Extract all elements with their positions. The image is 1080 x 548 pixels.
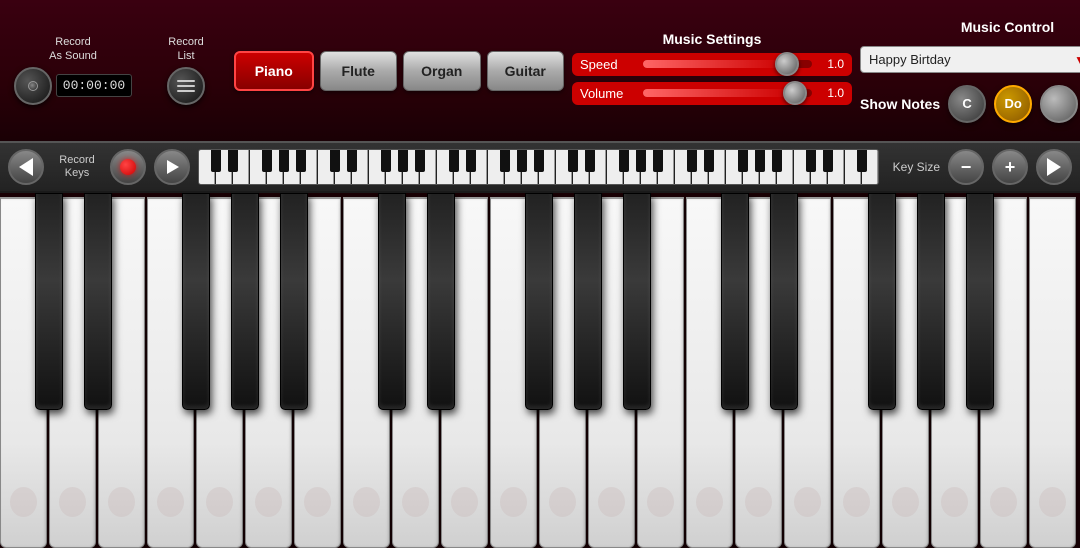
key-size-increase-button[interactable]: +: [992, 149, 1028, 185]
key-size-label: Key Size: [893, 160, 940, 174]
piano-keyboard: [0, 193, 1080, 548]
black-key-8[interactable]: [574, 193, 602, 410]
music-control-section: Music Control Happy Birtday ▼ Show Notes…: [860, 19, 1080, 123]
record-as-sound-controls: 00:00:00: [14, 67, 132, 105]
play-keys-button[interactable]: [154, 149, 190, 185]
middle-bar: Record Keys Key Size − +: [0, 143, 1080, 193]
record-dot-icon: [120, 159, 136, 175]
speed-slider-fill: [643, 60, 787, 68]
list-line-1: [177, 80, 195, 82]
note-c-button[interactable]: C: [948, 85, 986, 123]
scroll-right-icon: [1047, 158, 1061, 176]
record-list-knob[interactable]: [167, 67, 205, 105]
volume-label: Volume: [580, 86, 635, 101]
song-select[interactable]: Happy Birtday ▼: [860, 46, 1080, 73]
record-button[interactable]: [110, 149, 146, 185]
scroll-right-button[interactable]: [1036, 149, 1072, 185]
guitar-button[interactable]: Guitar: [487, 51, 565, 91]
black-key-6[interactable]: [427, 193, 455, 410]
speed-value: 1.0: [820, 57, 844, 71]
top-bar: Record As Sound 00:00:00 Record List Pia…: [0, 0, 1080, 143]
note-do-button[interactable]: Do: [994, 85, 1032, 123]
play-keys-icon: [167, 160, 179, 174]
list-line-3: [177, 90, 195, 92]
song-select-arrow-icon: ▼: [1074, 53, 1080, 67]
black-key-7[interactable]: [525, 193, 553, 410]
instrument-buttons-section: Piano Flute Organ Guitar: [234, 51, 564, 91]
record-as-sound-knob[interactable]: [14, 67, 52, 105]
record-as-sound-label: Record As Sound: [49, 36, 97, 62]
speed-slider-row: Speed 1.0: [572, 53, 852, 76]
black-key-13[interactable]: [917, 193, 945, 410]
black-key-9[interactable]: [623, 193, 651, 410]
song-select-row: Happy Birtday ▼: [860, 41, 1080, 79]
speed-slider-thumb[interactable]: [775, 52, 799, 76]
show-notes-row: Show Notes C Do: [860, 85, 1080, 123]
scroll-left-button[interactable]: [8, 149, 44, 185]
black-key-3[interactable]: [231, 193, 259, 410]
music-control-title: Music Control: [860, 19, 1080, 35]
piano-button[interactable]: Piano: [234, 51, 314, 91]
show-notes-label: Show Notes: [860, 96, 940, 112]
record-keys-label: Record Keys: [52, 154, 102, 180]
volume-value: 1.0: [820, 86, 844, 100]
record-list-label: Record List: [168, 36, 203, 62]
organ-button[interactable]: Organ: [403, 51, 481, 91]
record-list-section: Record List: [146, 36, 226, 104]
song-name: Happy Birtday: [869, 52, 951, 67]
black-key-14[interactable]: [966, 193, 994, 410]
black-key-10[interactable]: [721, 193, 749, 410]
timer-display: 00:00:00: [56, 74, 132, 97]
volume-slider-fill: [643, 89, 795, 97]
music-settings-section: Music Settings Speed 1.0 Volume 1.0: [572, 31, 852, 111]
flute-button[interactable]: Flute: [320, 51, 398, 91]
black-key-5[interactable]: [378, 193, 406, 410]
black-key-2[interactable]: [182, 193, 210, 410]
instrument-row: Piano Flute Organ Guitar: [234, 51, 564, 91]
volume-slider-track[interactable]: [643, 89, 812, 97]
white-key-21[interactable]: [1029, 197, 1076, 548]
volume-slider-row: Volume 1.0: [572, 82, 852, 105]
black-key-0[interactable]: [35, 193, 63, 410]
black-key-12[interactable]: [868, 193, 896, 410]
black-key-11[interactable]: [770, 193, 798, 410]
speed-label: Speed: [580, 57, 635, 72]
speed-slider-track[interactable]: [643, 60, 812, 68]
key-size-decrease-button[interactable]: −: [948, 149, 984, 185]
black-key-4[interactable]: [280, 193, 308, 410]
volume-slider-thumb[interactable]: [783, 81, 807, 105]
knob-dot: [28, 81, 38, 91]
black-key-1[interactable]: [84, 193, 112, 410]
mini-keyboard-strip: [198, 149, 879, 185]
music-settings-title: Music Settings: [663, 31, 762, 47]
list-line-2: [177, 85, 195, 87]
record-as-sound-section: Record As Sound 00:00:00: [8, 36, 138, 104]
tune-knob[interactable]: [1040, 85, 1078, 123]
scroll-left-icon: [19, 158, 33, 176]
